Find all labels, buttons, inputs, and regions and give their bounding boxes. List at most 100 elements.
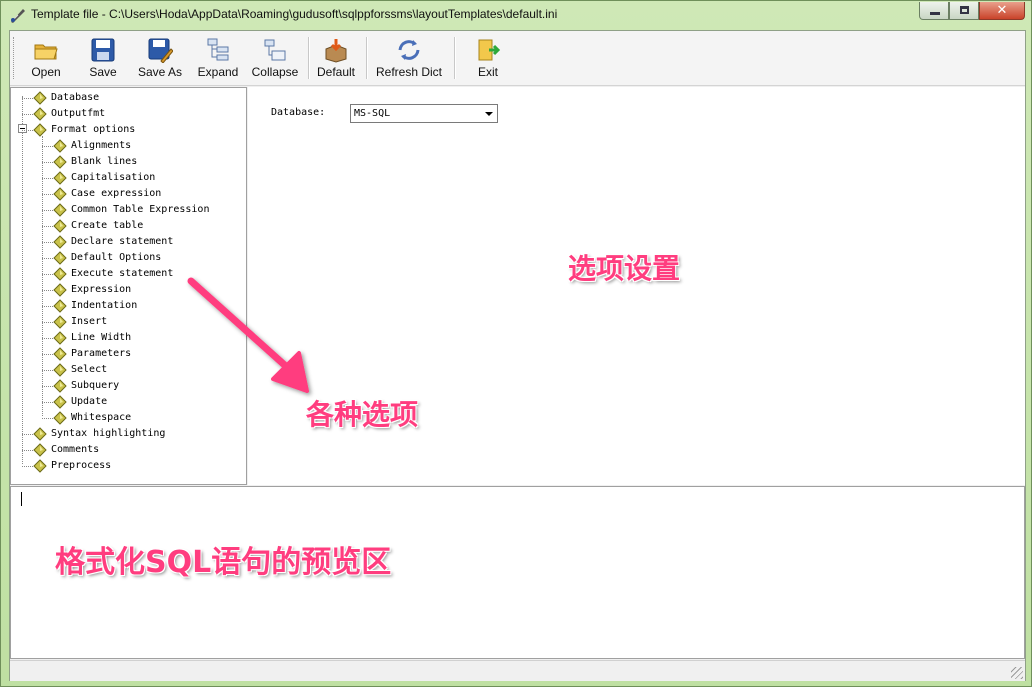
window-controls: ✕ [919,2,1025,20]
diamond-node-icon [53,267,67,281]
minimize-button[interactable] [919,2,949,20]
database-select[interactable]: MS-SQL [350,104,498,123]
collapse-node-icon[interactable] [18,124,27,133]
app-quill-icon [11,9,25,23]
tree-item-label: Alignments [71,140,132,151]
options-panel: Database: MS-SQL 选项设置 各种选项 [248,87,1025,485]
save-label: Save [89,65,117,79]
tree-item-label: Format options [51,124,136,135]
options-settings-annotation: 选项设置 [568,252,681,285]
tree-item-label: Indentation [71,300,138,311]
save-as-label: Save As [137,65,183,79]
tree-line [22,450,33,451]
open-button[interactable]: Open [24,35,68,81]
expand-tree-icon [207,38,229,61]
client-area: Open Save Save As Expand Collapse Defaul… [9,30,1026,681]
preview-area-annotation: 格式化SQL语句的预览区 [55,545,392,580]
refresh-dict-label: Refresh Dict [375,65,443,79]
tree-line [22,98,33,99]
default-button[interactable]: Default [312,35,360,81]
tree-item-label: Execute statement [71,268,174,279]
diamond-node-icon [53,283,67,297]
diamond-node-icon [33,123,47,137]
tree-item-label: Line Width [71,332,132,343]
diamond-node-icon [53,235,67,249]
save-as-button[interactable]: Save As [134,35,186,81]
resize-grip-icon[interactable] [1011,667,1023,679]
tree-item-label: Parameters [71,348,132,359]
tree-item-label: Declare statement [71,236,174,247]
collapse-button[interactable]: Collapse [248,35,302,81]
floppy-disk-icon [91,38,115,62]
tree-line [22,130,33,131]
maximize-button[interactable] [949,2,979,20]
toolbar-grip[interactable] [13,37,17,79]
text-caret [21,492,22,506]
expand-button[interactable]: Expand [194,35,242,81]
collapse-label: Collapse [251,65,299,79]
diamond-node-icon [53,331,67,345]
diamond-node-icon [53,139,67,153]
toolbar-separator [366,37,368,79]
exit-label: Exit [477,65,498,79]
default-label: Default [316,65,356,79]
tree-line [22,466,33,467]
tree-item-label: Syntax highlighting [51,428,166,439]
tree-item-label: Case expression [71,188,162,199]
database-label: Database: [271,107,326,118]
tree-item-label: Capitalisation [71,172,156,183]
diamond-node-icon [53,171,67,185]
folder-open-icon [34,44,58,60]
diamond-node-icon [53,155,67,169]
sql-preview-area[interactable]: 格式化SQL语句的预览区 [10,486,1025,659]
tree-item-label: Insert [71,316,108,327]
refresh-icon [398,40,420,60]
diamond-node-icon [33,443,47,457]
diamond-node-icon [53,411,67,425]
tree-item-label: Expression [71,284,132,295]
toolbar-separator [454,37,456,79]
diamond-node-icon [53,347,67,361]
open-label: Open [31,65,61,79]
exit-button[interactable]: Exit [468,35,508,81]
tree-item-label: Database [51,92,100,103]
tree-item-label: Preprocess [51,460,112,471]
close-icon: ✕ [996,3,1008,18]
maximize-icon [960,6,969,14]
tree-item-label: Default Options [71,252,162,263]
diamond-node-icon [33,427,47,441]
tree-line [22,96,23,464]
toolbar: Open Save Save As Expand Collapse Defaul… [10,31,1025,86]
app-window: Template file - C:\Users\Hoda\AppData\Ro… [0,0,1032,687]
collapse-tree-icon [264,39,286,61]
dropdown-arrow-icon [485,112,493,116]
diamond-node-icon [53,187,67,201]
diamond-node-icon [53,379,67,393]
status-bar [10,660,1025,681]
diamond-node-icon [33,459,47,473]
refresh-dict-button[interactable]: Refresh Dict [372,35,446,81]
exit-door-icon [478,39,501,61]
diamond-node-icon [53,395,67,409]
tree-item-label: Whitespace [71,412,132,423]
tree-item-label: Blank lines [71,156,138,167]
diamond-node-icon [53,299,67,313]
diamond-node-icon [33,91,47,105]
close-button[interactable]: ✕ [979,2,1025,20]
expand-label: Expand [197,65,239,79]
diamond-node-icon [53,363,67,377]
various-options-annotation: 各种选项 [306,398,419,431]
tree-item-label: Comments [51,444,100,455]
options-tree[interactable]: Database Outputfmt Format options Alignment… [10,87,247,485]
tree-line [22,114,33,115]
window-title: Template file - C:\Users\Hoda\AppData\Ro… [31,7,558,21]
tree-item-label: Update [71,396,108,407]
toolbar-separator [308,37,310,79]
diamond-node-icon [53,315,67,329]
tree-item-label: Outputfmt [51,108,106,119]
tree-item-label: Subquery [71,380,120,391]
tree-line [22,434,33,435]
title-bar[interactable]: Template file - C:\Users\Hoda\AppData\Ro… [1,1,1031,29]
diamond-node-icon [53,251,67,265]
save-button[interactable]: Save [82,35,124,81]
